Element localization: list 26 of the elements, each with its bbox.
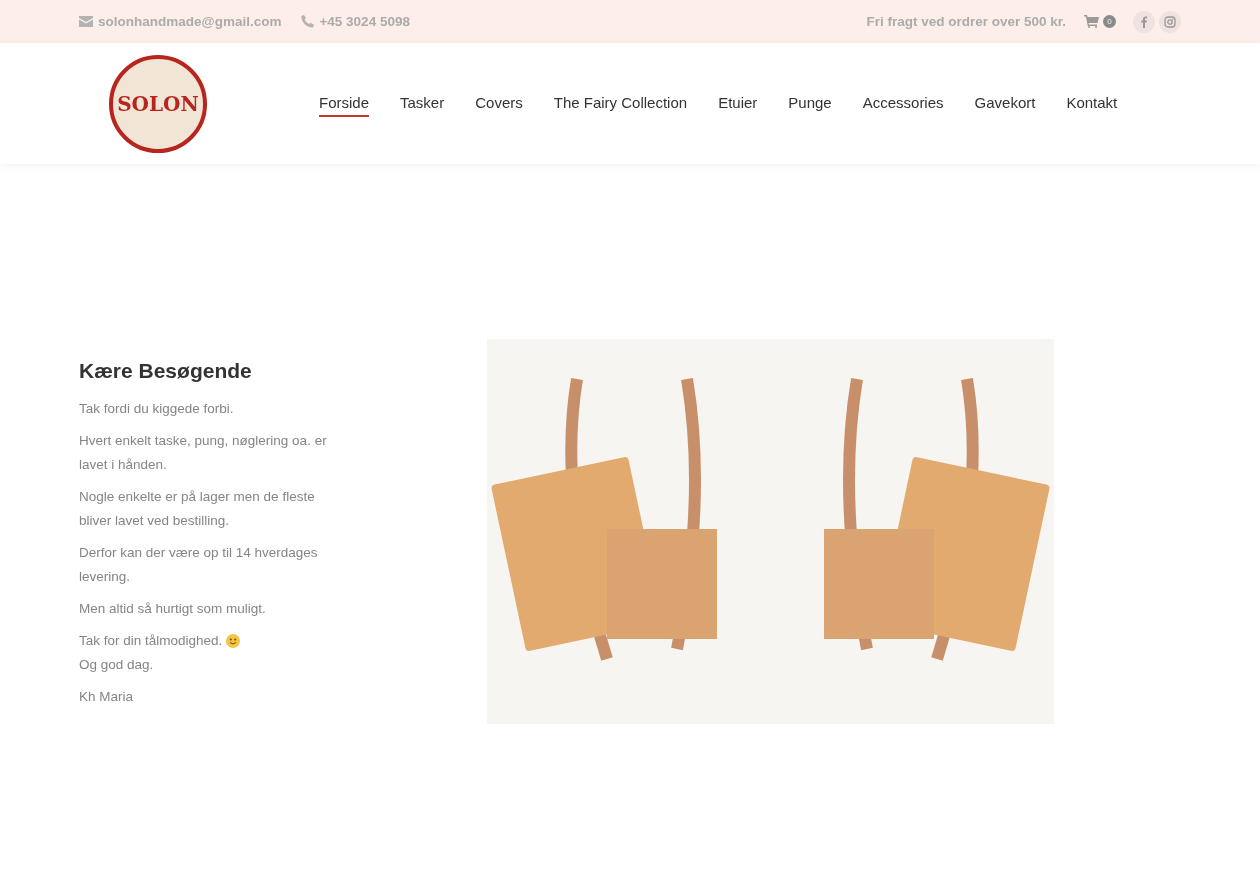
cart-icon[interactable] xyxy=(1084,15,1099,28)
nav-link[interactable]: Tasker xyxy=(400,90,445,117)
body-text: Tak fordi du kiggede forbi. xyxy=(79,400,234,418)
nav-link[interactable]: Gavekort xyxy=(974,90,1036,117)
nav-link[interactable]: Punge xyxy=(788,90,832,117)
instagram-icon[interactable] xyxy=(1159,10,1181,33)
welcome-heading: Kære Besøgende xyxy=(79,359,253,383)
body-text: Derfor kan der være op til 14 hverdages levering. xyxy=(79,544,319,586)
body-text: Men altid så hurtigt som muligt. xyxy=(79,600,266,618)
nav-link[interactable]: Covers xyxy=(475,90,523,117)
solon-logo[interactable]: SOLON xyxy=(109,54,207,153)
nav-link[interactable]: Accessories xyxy=(862,90,944,117)
shipping-note: Fri fragt ved ordrer over 500 kr. xyxy=(866,14,1066,29)
body-text: Kh Maria xyxy=(79,688,134,706)
phone-icon xyxy=(301,15,315,28)
nav-link[interactable]: The Fairy Collection xyxy=(553,90,688,117)
body-text: Tak for din tålmodighed. xyxy=(79,632,223,650)
body-text: Hvert enkelt taske, pung, nøglering oa. er lavet i hånden. xyxy=(79,432,328,474)
envelope-icon xyxy=(79,16,93,27)
cart-count-badge: 0 xyxy=(1103,15,1116,28)
nav-link[interactable]: Forside xyxy=(319,90,370,117)
body-text: Nogle enkelte er på lager men de fleste bliver lavet ved bestilling. xyxy=(79,488,316,530)
nav-link[interactable]: Kontakt xyxy=(1066,90,1118,117)
facebook-icon[interactable] xyxy=(1133,10,1155,33)
nav-link[interactable]: Etuier xyxy=(718,90,758,117)
body-text: Og god dag. xyxy=(79,656,154,674)
